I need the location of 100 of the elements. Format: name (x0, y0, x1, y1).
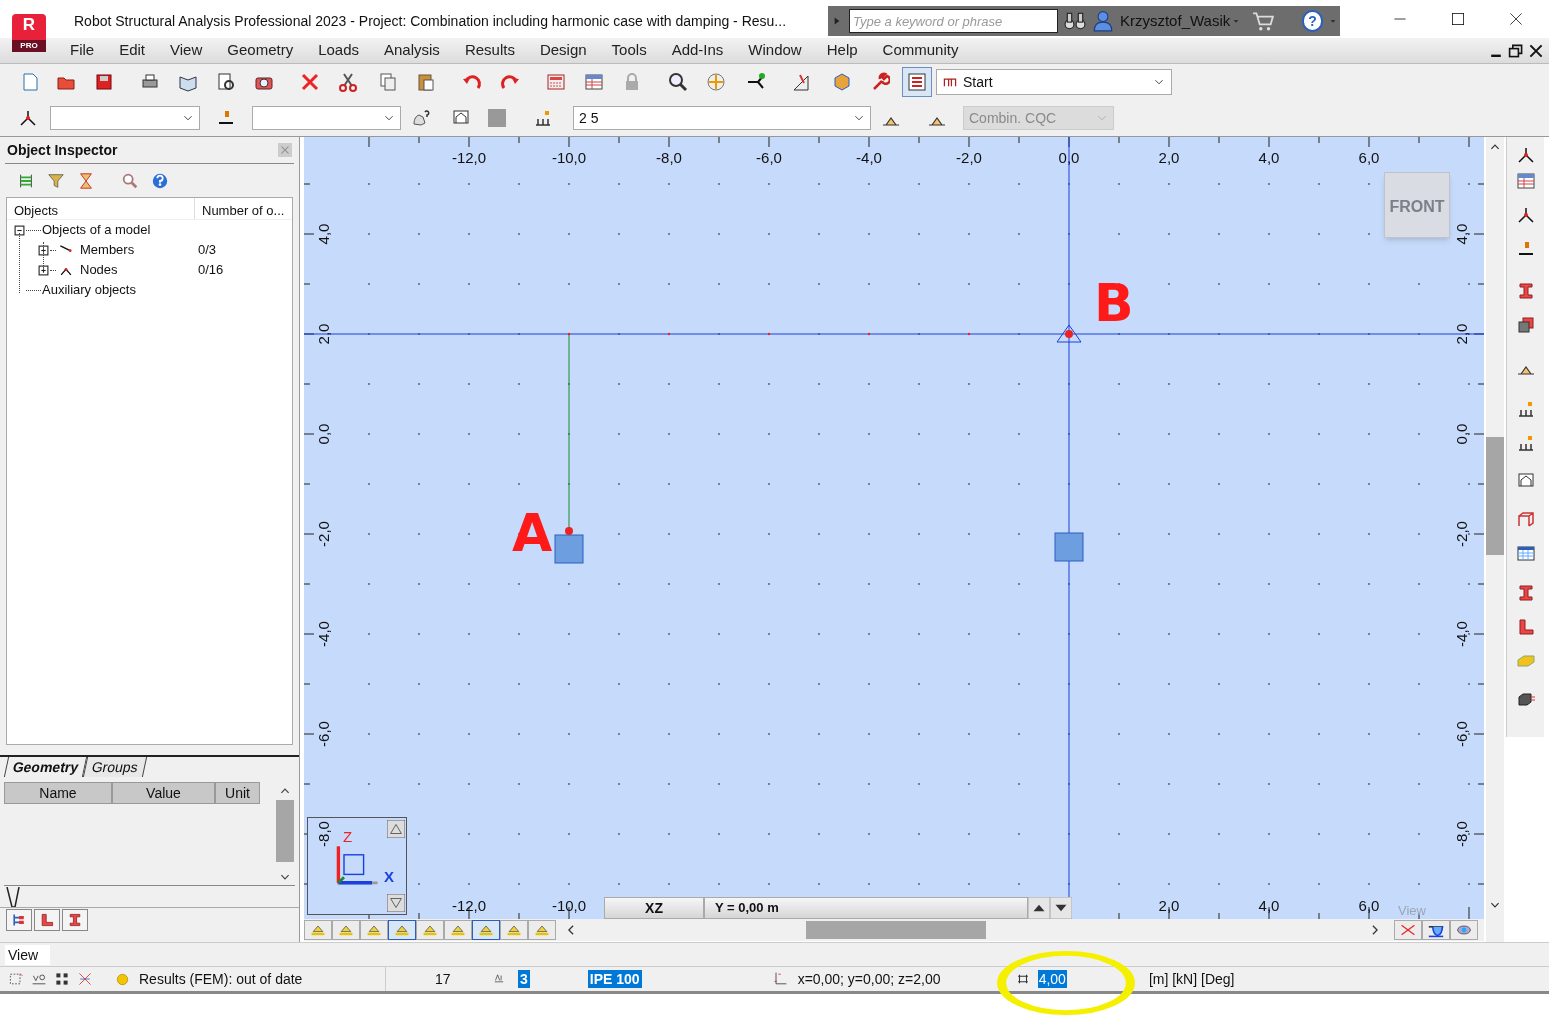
column-header[interactable]: Unit (215, 782, 260, 804)
eye-button[interactable] (1450, 920, 1478, 940)
menu-item[interactable]: File (70, 39, 95, 62)
label-line-button[interactable] (332, 920, 360, 940)
node-dot[interactable] (567, 332, 571, 336)
dimension-button[interactable] (500, 920, 528, 940)
tree-button[interactable] (6, 908, 32, 931)
view-layout-button[interactable] (902, 67, 932, 97)
paste-icon[interactable] (416, 72, 436, 92)
tree-item[interactable]: Nodes (80, 260, 198, 280)
user-icon[interactable] (1091, 10, 1114, 32)
view-plane-label[interactable]: XZ (604, 897, 704, 919)
menu-item[interactable]: Results (464, 39, 515, 62)
cross-arrows-button[interactable] (1394, 920, 1422, 940)
menu-item[interactable]: View (170, 39, 203, 62)
hourglass-filter-icon[interactable] (77, 171, 95, 190)
grid-table-icon[interactable] (1515, 543, 1536, 563)
maximize-icon[interactable] (1450, 11, 1466, 27)
column-header[interactable]: Objects (7, 198, 195, 219)
expander-icon[interactable] (38, 244, 49, 256)
frame-3d-icon[interactable] (1515, 509, 1536, 529)
menu-item[interactable]: Add-Ins (671, 39, 724, 62)
plate-button[interactable] (472, 920, 500, 940)
print-preview-icon[interactable] (216, 72, 236, 92)
node-dot[interactable] (565, 527, 573, 535)
table-icon[interactable] (584, 72, 604, 92)
menu-item[interactable]: Design (539, 39, 587, 62)
corner-section-button[interactable] (34, 908, 60, 931)
copy-icon[interactable] (378, 72, 398, 92)
inspector-tab[interactable]: Geometry (3, 757, 88, 777)
tree-item[interactable]: Auxiliary objects (42, 280, 136, 300)
pan-icon[interactable] (706, 72, 726, 92)
scroll-up-icon[interactable] (387, 820, 405, 838)
tee-section-button[interactable] (62, 908, 88, 931)
selection-icon[interactable] (8, 971, 24, 987)
inspector-tab[interactable]: Groups (83, 757, 148, 777)
node-dot[interactable] (867, 332, 871, 336)
menu-item[interactable]: Analysis (384, 39, 440, 62)
scrollbar-thumb[interactable] (806, 921, 986, 939)
drawing-canvas[interactable]: -12,0 -10,0 -8,0 -6,0 -4,0 -2,0 0,0 2,0 4,0 6,0 4,0 2,0 0,0 -2,0 -4,0 -6,0 -8,0 4,0 2,0 0,0 -2,0 -4,0 -6,0 -8,0 -12,0 -10,0 2,0 4,0 6,0 FRONT A B Z X XZ Y = 0,00 m View (304, 137, 1484, 919)
delete-icon[interactable] (300, 72, 320, 92)
crossed-lines-icon[interactable] (77, 971, 93, 987)
user-menu[interactable]: Krzysztof_Wasik (1119, 9, 1241, 33)
curve-button[interactable] (1422, 920, 1450, 940)
scissors-icon[interactable] (338, 72, 358, 92)
help-button[interactable]: ? (1302, 10, 1323, 32)
menu-item[interactable]: Window (748, 39, 802, 62)
case-selection-field[interactable]: 2 5 (573, 106, 871, 130)
square-icon[interactable] (487, 108, 507, 128)
zoom-icon[interactable] (668, 72, 688, 92)
search-icon[interactable] (121, 171, 139, 190)
calculator-icon[interactable] (546, 72, 566, 92)
stacked-boxes-icon[interactable] (1515, 315, 1536, 335)
expander-icon[interactable] (38, 264, 49, 276)
node-dot[interactable] (667, 332, 671, 336)
grid-icon[interactable] (54, 971, 70, 987)
close-icon[interactable] (1528, 42, 1544, 59)
node-selection-dropdown[interactable] (50, 106, 200, 130)
help-icon[interactable] (151, 171, 169, 190)
tree-item[interactable]: Objects of a model (42, 220, 151, 240)
layout-dropdown[interactable]: Start (936, 69, 1172, 95)
node-dot[interactable] (767, 332, 771, 336)
query-icon[interactable] (31, 971, 47, 987)
close-icon[interactable] (1508, 11, 1524, 27)
expander-icon[interactable] (14, 224, 25, 236)
menu-item[interactable]: Help (826, 39, 858, 62)
grid-step-value[interactable]: 4,00 (1037, 970, 1067, 988)
cart-icon[interactable] (1252, 10, 1275, 32)
label-n-button[interactable] (304, 920, 332, 940)
menu-item[interactable]: Tools (611, 39, 647, 62)
binoculars-icon[interactable] (1063, 10, 1086, 32)
app-logo[interactable]: R PRO (12, 14, 46, 52)
column-header[interactable]: Number of o... (195, 198, 292, 219)
restore-icon[interactable] (1508, 42, 1524, 59)
support-button[interactable] (388, 920, 416, 940)
menu-item[interactable]: Loads (318, 39, 359, 62)
scrollbar-thumb[interactable] (1486, 437, 1504, 555)
menu-item[interactable]: Community (882, 39, 959, 62)
number-plate-button[interactable] (360, 920, 388, 940)
dimension-number-button[interactable] (528, 920, 556, 940)
arrow-down-icon[interactable] (1050, 897, 1072, 919)
search-field[interactable]: Type a keyword or phrase (849, 9, 1058, 33)
filter-icon[interactable] (47, 171, 65, 190)
plane-coordinate-field[interactable]: Y = 0,00 m (704, 897, 1028, 919)
vertical-scrollbar[interactable] (1486, 137, 1504, 942)
triangle-ruler-icon[interactable] (792, 72, 812, 92)
save-icon[interactable] (94, 72, 114, 92)
column-header[interactable]: Value (112, 782, 215, 804)
hinge-triangle[interactable] (1056, 324, 1082, 343)
section-window-icon[interactable] (1515, 171, 1536, 191)
slanted-plate-button[interactable] (416, 920, 444, 940)
node-dot[interactable] (967, 332, 971, 336)
menu-item[interactable]: Geometry (227, 39, 294, 62)
scroll-down-icon[interactable] (387, 894, 405, 912)
tree-item[interactable]: Members (80, 240, 198, 260)
arrow-up-icon[interactable] (1028, 897, 1050, 919)
node-query-icon[interactable] (18, 108, 38, 128)
axes-button[interactable] (444, 920, 472, 940)
menu-item[interactable]: Edit (119, 39, 146, 62)
load-case-icon[interactable] (533, 108, 553, 128)
